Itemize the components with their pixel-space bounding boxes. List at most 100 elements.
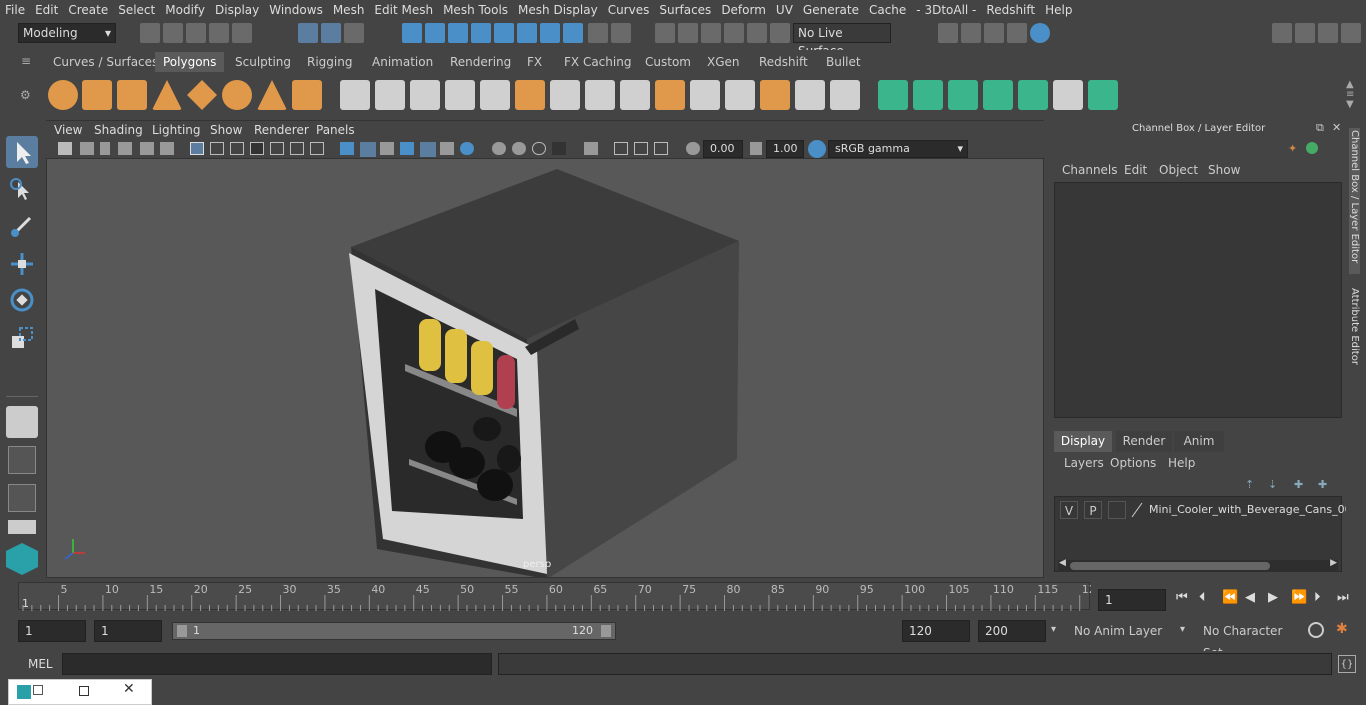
animation-end-field[interactable]: 200 bbox=[978, 620, 1046, 642]
viewport-menu-show[interactable]: Show bbox=[210, 123, 242, 137]
side-tab-attribute-editor[interactable]: Attribute Editor bbox=[1349, 288, 1360, 378]
range-slider-start-handle[interactable] bbox=[177, 625, 187, 637]
snap-surface-icon[interactable] bbox=[494, 23, 514, 43]
smooth-shade-icon[interactable] bbox=[360, 142, 376, 157]
viewport-menu-lighting[interactable]: Lighting bbox=[152, 123, 201, 137]
depth-of-field-icon[interactable] bbox=[552, 142, 566, 155]
tab-rigging[interactable]: Rigging bbox=[299, 52, 360, 72]
chevron-down-icon[interactable]: ▾ bbox=[1051, 624, 1056, 635]
cylindrical-map-icon[interactable] bbox=[913, 80, 943, 110]
layer-playback-toggle[interactable]: P bbox=[1084, 501, 1102, 519]
step-forward-icon[interactable]: ⏵ bbox=[1314, 590, 1321, 605]
tab-sculpting[interactable]: Sculpting bbox=[227, 52, 299, 72]
range-slider-end-handle[interactable] bbox=[601, 625, 611, 637]
grid-icon[interactable] bbox=[190, 142, 204, 155]
menu-display[interactable]: Display bbox=[210, 3, 264, 17]
viewport-menu-shading[interactable]: Shading bbox=[94, 123, 143, 137]
gate-mask-icon[interactable] bbox=[250, 142, 264, 155]
new-scene-icon[interactable] bbox=[140, 23, 160, 43]
ambient-occlusion-icon[interactable] bbox=[492, 142, 506, 155]
viewport-menu-renderer[interactable]: Renderer bbox=[254, 123, 309, 137]
layer-tab-display[interactable]: Display bbox=[1054, 431, 1112, 452]
select-tool-icon[interactable] bbox=[6, 136, 38, 168]
rotate-tool-icon[interactable] bbox=[6, 284, 38, 316]
go-to-end-icon[interactable]: ⏭ bbox=[1337, 590, 1349, 605]
scrollbar-thumb[interactable] bbox=[1070, 562, 1270, 570]
reflection-icon[interactable] bbox=[770, 23, 790, 43]
menu-deform[interactable]: Deform bbox=[716, 3, 771, 17]
command-input[interactable] bbox=[62, 653, 492, 675]
film-gate-icon[interactable] bbox=[210, 142, 224, 155]
maya-window-icon[interactable] bbox=[17, 685, 31, 699]
tab-redshift[interactable]: Redshift bbox=[751, 52, 816, 72]
channel-box-axes-icon[interactable]: ✦ bbox=[1288, 142, 1297, 155]
lasso-tool-icon[interactable] bbox=[6, 174, 38, 206]
layer-menu-help[interactable]: Help bbox=[1168, 456, 1195, 470]
resolution-gate-icon[interactable] bbox=[230, 142, 244, 155]
side-by-side-layout-icon[interactable] bbox=[8, 484, 36, 512]
tab-fx[interactable]: FX bbox=[519, 52, 550, 72]
snap-grid-icon[interactable] bbox=[402, 23, 422, 43]
open-scene-icon[interactable] bbox=[163, 23, 183, 43]
select-lock-icon[interactable] bbox=[611, 23, 631, 43]
multi-cut-icon[interactable] bbox=[550, 80, 580, 110]
perspective-viewport[interactable]: persp bbox=[46, 158, 1044, 578]
menu-edit-mesh[interactable]: Edit Mesh bbox=[369, 3, 438, 17]
tab-rendering[interactable]: Rendering bbox=[442, 52, 519, 72]
close-icon[interactable]: ✕ bbox=[1332, 121, 1341, 134]
paint-select-icon[interactable] bbox=[678, 23, 698, 43]
tab-xgen[interactable]: XGen bbox=[699, 52, 748, 72]
hypershade-icon[interactable] bbox=[1030, 23, 1050, 43]
lasso-icon[interactable] bbox=[655, 23, 675, 43]
wireframe-on-shaded-icon[interactable] bbox=[400, 142, 414, 155]
redo-icon[interactable] bbox=[232, 23, 252, 43]
menu-generate[interactable]: Generate bbox=[798, 3, 864, 17]
viewport-menu-panels[interactable]: Panels bbox=[316, 123, 355, 137]
select-object-icon[interactable] bbox=[321, 23, 341, 43]
menu-uv[interactable]: UV bbox=[771, 3, 798, 17]
menu-redshift[interactable]: Redshift bbox=[981, 3, 1040, 17]
separate-icon[interactable] bbox=[375, 80, 405, 110]
command-language-label[interactable]: MEL bbox=[28, 657, 53, 671]
attribute-editor-toggle-icon[interactable] bbox=[1318, 23, 1338, 43]
tab-animation[interactable]: Animation bbox=[364, 52, 441, 72]
poly-cube-icon[interactable] bbox=[82, 80, 112, 110]
move-layer-down-icon[interactable]: ⇣ bbox=[1268, 478, 1277, 491]
menu-curves[interactable]: Curves bbox=[603, 3, 655, 17]
automatic-map-icon[interactable] bbox=[983, 80, 1013, 110]
tab-custom[interactable]: Custom bbox=[637, 52, 699, 72]
go-to-start-icon[interactable]: ⏮ bbox=[1176, 590, 1188, 605]
move-tool-icon[interactable] bbox=[6, 248, 38, 280]
channel-box-menu-object[interactable]: Object bbox=[1159, 163, 1198, 177]
menu-surfaces[interactable]: Surfaces bbox=[654, 3, 716, 17]
tab-polygons[interactable]: Polygons bbox=[155, 52, 225, 72]
current-frame-field[interactable]: 1 bbox=[1098, 589, 1166, 611]
paint-select-tool-icon[interactable] bbox=[6, 210, 38, 242]
bookmark-icon[interactable] bbox=[100, 142, 110, 155]
save-scene-icon[interactable] bbox=[186, 23, 206, 43]
side-tab-channel-box[interactable]: Channel Box / Layer Editor bbox=[1349, 128, 1360, 274]
ipr-render-icon[interactable] bbox=[984, 23, 1004, 43]
live-surface-field[interactable]: No Live Surface bbox=[793, 23, 891, 58]
tab-curves-surfaces[interactable]: Curves / Surfaces bbox=[45, 52, 166, 72]
menu-edit[interactable]: Edit bbox=[30, 3, 63, 17]
tab-fx-caching[interactable]: FX Caching bbox=[556, 52, 639, 72]
playback-start-field[interactable]: 1 bbox=[94, 620, 162, 642]
tab-bullet[interactable]: Bullet bbox=[818, 52, 869, 72]
combine-icon[interactable] bbox=[340, 80, 370, 110]
menu-mesh-tools[interactable]: Mesh Tools bbox=[438, 3, 513, 17]
play-backward-icon[interactable]: ◀ bbox=[1245, 590, 1255, 605]
extrude-icon[interactable] bbox=[515, 80, 545, 110]
exposure-icon[interactable] bbox=[686, 142, 700, 155]
camera-icon[interactable] bbox=[58, 142, 72, 155]
bevel-icon[interactable] bbox=[585, 80, 615, 110]
offset-edge-loop-icon[interactable] bbox=[725, 80, 755, 110]
time-slider[interactable]: 5 10 15 20 25 30 35 40 45 50 55 60 65 70 75 80 85 90 95 100… bbox=[18, 582, 1096, 611]
toolsettings-icon[interactable] bbox=[1295, 23, 1315, 43]
multisample-aa-icon[interactable] bbox=[532, 142, 546, 155]
new-layer-icon[interactable]: ✚ bbox=[1294, 478, 1303, 491]
channel-box-menu-channels[interactable]: Channels bbox=[1062, 163, 1118, 177]
viewport-menu-view[interactable]: View bbox=[54, 123, 82, 137]
preferences-runner-icon[interactable]: ✱ bbox=[1336, 621, 1348, 637]
float-icon[interactable]: ⧉ bbox=[1316, 121, 1324, 135]
